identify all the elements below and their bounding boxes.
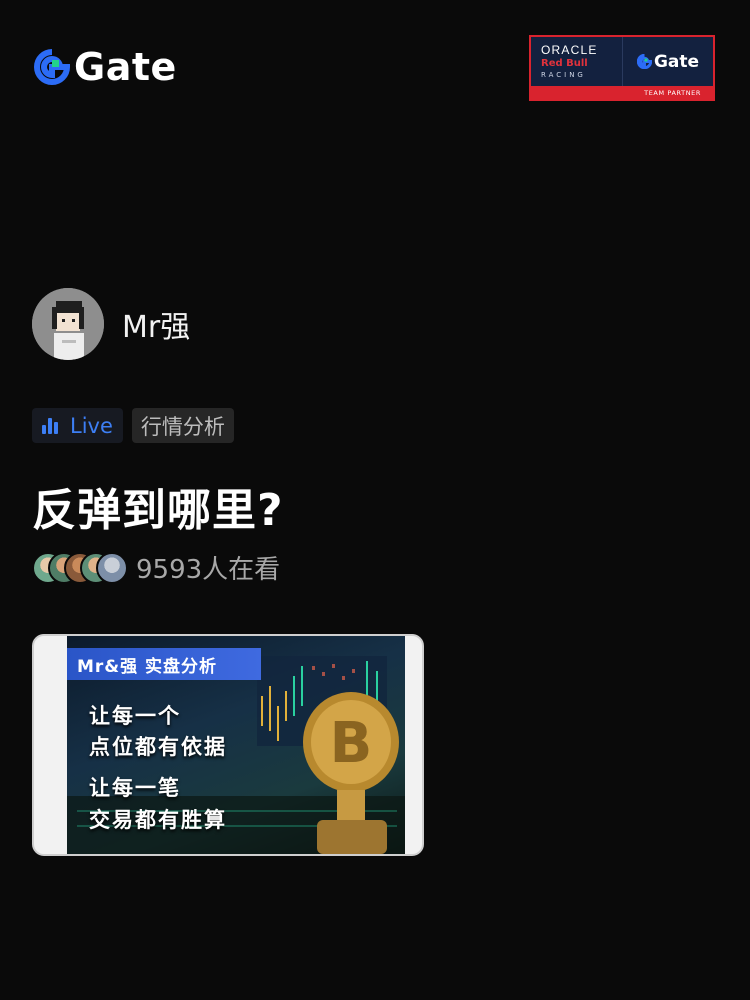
stream-cover[interactable]: B Mr&强 实盘分析 让每一个 点位都有依据 让每一笔 交易都有胜算 bbox=[32, 634, 424, 856]
cover-slogan-line: 点位都有依据 bbox=[89, 735, 227, 759]
partner-badge: ORACLE Red Bull RACING Gate TEAM PARTNER bbox=[529, 35, 715, 101]
gate-logo: Gate bbox=[34, 48, 177, 86]
category-tag[interactable]: 行情分析 bbox=[131, 408, 234, 443]
live-badge: Live bbox=[32, 408, 123, 443]
live-bars-icon bbox=[42, 417, 60, 434]
host-name[interactable]: Mr强 bbox=[122, 302, 190, 346]
logo-text: Gate bbox=[74, 45, 177, 89]
cover-slogan-line: 让每一个 bbox=[89, 704, 181, 728]
stream-title: 反弹到哪里? bbox=[32, 485, 284, 536]
cover-artwork: B Mr&强 实盘分析 让每一个 点位都有依据 让每一笔 交易都有胜算 bbox=[67, 636, 405, 854]
cover-header-text: Mr&强 实盘分析 bbox=[77, 656, 218, 677]
host-profile[interactable]: Mr强 bbox=[32, 288, 190, 360]
live-label: Live bbox=[70, 413, 113, 438]
bitcoin-coin-icon: B bbox=[303, 692, 399, 854]
redbull-label: Red Bull bbox=[541, 58, 588, 69]
oracle-label: ORACLE bbox=[541, 43, 598, 57]
pixel-character-avatar-icon bbox=[32, 288, 104, 360]
svg-text:B: B bbox=[330, 711, 373, 776]
cover-slogan-line: 让每一笔 bbox=[89, 776, 181, 800]
partner-gate-text: Gate bbox=[653, 51, 700, 72]
racing-label: RACING bbox=[541, 71, 586, 79]
gate-small-logo-icon bbox=[636, 54, 652, 69]
viewer-count: 9593人在看 bbox=[136, 555, 281, 585]
cover-header: Mr&强 实盘分析 bbox=[67, 648, 261, 680]
stream-tags: Live 行情分析 bbox=[32, 408, 234, 443]
viewer-summary: 9593人在看 bbox=[32, 549, 280, 586]
avatar[interactable] bbox=[32, 288, 104, 360]
cover-slogan-line: 交易都有胜算 bbox=[89, 808, 227, 832]
team-partner-label: TEAM PARTNER bbox=[644, 88, 701, 97]
viewer-avatars bbox=[32, 551, 128, 584]
viewer-avatar bbox=[96, 551, 128, 584]
live-stream-page: Gate ORACLE Red Bull RACING Gate TEAM PA… bbox=[0, 0, 750, 1000]
gate-logo-icon bbox=[34, 49, 70, 85]
